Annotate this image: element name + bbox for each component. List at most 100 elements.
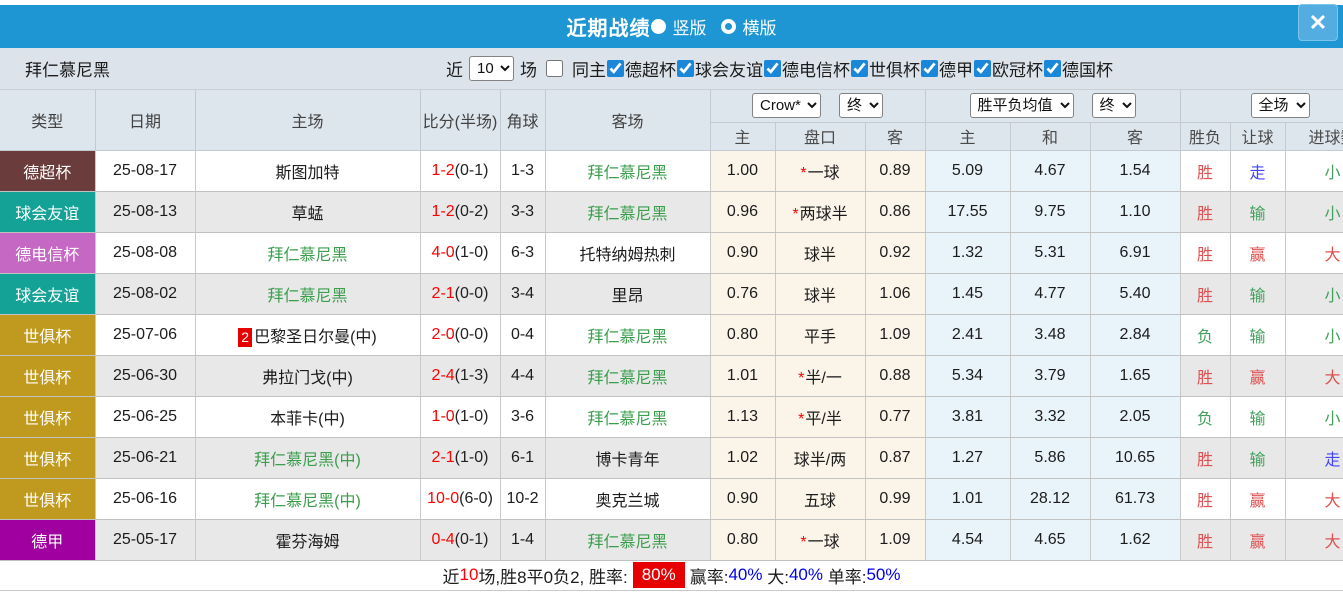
mean-select-group: 胜平负均值 终: [925, 90, 1181, 123]
score-cell: 1-0(1-0): [420, 396, 501, 438]
result-handicap-cell: 输: [1230, 314, 1286, 356]
mean-home-cell: 4.54: [925, 519, 1011, 561]
away-team-cell: 拜仁慕尼黑: [545, 314, 711, 356]
odds-provider-select[interactable]: Crow*: [752, 93, 821, 119]
handicap-star: *: [798, 410, 805, 428]
result-goals-cell: 大: [1285, 478, 1343, 520]
away-team-cell: 拜仁慕尼黑: [545, 355, 711, 397]
away-team-cell: 博卡青年: [545, 437, 711, 479]
result-handicap-cell: 走: [1230, 150, 1286, 192]
layout-radio-vertical[interactable]: 竖版: [650, 14, 707, 39]
result-handicap-cell: 赢: [1230, 519, 1286, 561]
header-home: 主场: [195, 90, 421, 151]
mean-select[interactable]: 胜平负均值: [969, 93, 1074, 119]
result-wdl-cell: 负: [1180, 314, 1231, 356]
mean-home-cell: 1.45: [925, 273, 1011, 315]
odds-home-cell: 1.01: [710, 355, 776, 397]
result-goals-cell: 走: [1285, 437, 1343, 479]
match-date-cell: 25-07-06: [95, 314, 196, 356]
home-team-cell: 霍芬海姆: [195, 519, 421, 561]
league-filter-6[interactable]: 德国杯: [1043, 56, 1113, 81]
mean-draw-cell: 5.31: [1010, 232, 1091, 274]
odds-away-cell: 1.09: [865, 314, 926, 356]
league-checkbox[interactable]: [1044, 60, 1061, 77]
match-table: 类型 日期 主场 比分(半场) 角球 客场 Crow* 终 胜平负均值 终 全场…: [0, 90, 1343, 561]
mean-draw-cell: 4.77: [1010, 273, 1091, 315]
league-checkbox[interactable]: [921, 60, 938, 77]
mean-home-cell: 1.32: [925, 232, 1011, 274]
radio-unselected-icon: [720, 19, 736, 34]
league-checkbox[interactable]: [677, 60, 694, 77]
odds-state-select[interactable]: 终: [839, 93, 883, 119]
league-filter-4[interactable]: 德甲: [920, 56, 973, 81]
league-checkbox[interactable]: [607, 60, 624, 77]
league-filter-5[interactable]: 欧冠杯: [973, 56, 1043, 81]
subcol-result-wdl: 胜负: [1180, 122, 1231, 151]
horizontal-label: 横版: [742, 19, 777, 38]
league-checkbox[interactable]: [851, 60, 868, 77]
odds-home-cell: 1.00: [710, 150, 776, 192]
result-wdl-cell: 胜: [1180, 478, 1231, 520]
league-checkbox[interactable]: [764, 60, 781, 77]
recent-count-select[interactable]: 10: [469, 56, 514, 81]
mean-away-cell: 1.10: [1090, 191, 1181, 233]
mean-draw-cell: 5.86: [1010, 437, 1091, 479]
score-cell: 4-0(1-0): [420, 232, 501, 274]
odds-home-cell: 0.80: [710, 519, 776, 561]
mean-draw-cell: 9.75: [1010, 191, 1091, 233]
odds-home-cell: 0.80: [710, 314, 776, 356]
match-date-cell: 25-08-13: [95, 191, 196, 233]
match-date-cell: 25-08-17: [95, 150, 196, 192]
score-cell: 2-1(1-0): [420, 437, 501, 479]
match-row: 德超杯 25-08-17 斯图加特 1-2(0-1) 1-3 拜仁慕尼黑 1.00 *一球 0.…: [0, 150, 1343, 192]
mean-away-cell: 10.65: [1090, 437, 1181, 479]
match-type-cell: 世俱杯: [0, 478, 96, 520]
same-home-checkbox[interactable]: [546, 60, 563, 77]
league-filter-1[interactable]: 球会友谊: [676, 56, 763, 81]
mean-home-cell: 17.55: [925, 191, 1011, 233]
result-handicap-cell: 输: [1230, 191, 1286, 233]
result-wdl-cell: 胜: [1180, 355, 1231, 397]
league-filters: 德超杯 球会友谊 德电信杯 世俱杯 德甲 欧冠杯 德国杯: [606, 56, 1113, 81]
match-date-cell: 25-06-25: [95, 396, 196, 438]
match-date-cell: 25-08-02: [95, 273, 196, 315]
result-wdl-cell: 胜: [1180, 437, 1231, 479]
handicap-cell: *一球: [775, 519, 866, 561]
match-date-cell: 25-06-16: [95, 478, 196, 520]
league-filter-0[interactable]: 德超杯: [606, 56, 676, 81]
result-wdl-cell: 胜: [1180, 519, 1231, 561]
odds-away-cell: 0.87: [865, 437, 926, 479]
mean-draw-cell: 3.32: [1010, 396, 1091, 438]
league-label: 球会友谊: [695, 61, 763, 80]
result-handicap-cell: 赢: [1230, 355, 1286, 397]
handicap-cell: *一球: [775, 150, 866, 192]
close-button[interactable]: ✕: [1298, 4, 1338, 41]
result-goals-cell: 小: [1285, 396, 1343, 438]
titlebar: 近期战绩 竖版 横版 ✕: [0, 4, 1343, 48]
match-type-cell: 世俱杯: [0, 437, 96, 479]
result-goals-cell: 小: [1285, 191, 1343, 233]
league-filter-3[interactable]: 世俱杯: [850, 56, 920, 81]
league-filter-2[interactable]: 德电信杯: [763, 56, 850, 81]
mean-home-cell: 3.81: [925, 396, 1011, 438]
away-team-cell: 拜仁慕尼黑: [545, 150, 711, 192]
match-row: 德电信杯 25-08-08 拜仁慕尼黑 4-0(1-0) 6-3 托特纳姆热刺 0.90 球半…: [0, 232, 1343, 274]
result-goals-cell: 小: [1285, 150, 1343, 192]
corner-cell: 6-1: [500, 437, 546, 479]
odds-select-group: Crow* 终: [710, 90, 926, 123]
home-team-cell: 本菲卡(中): [195, 396, 421, 438]
mean-away-cell: 2.84: [1090, 314, 1181, 356]
league-checkbox[interactable]: [974, 60, 991, 77]
summary-segment: 10: [459, 565, 479, 584]
odds-away-cell: 0.99: [865, 478, 926, 520]
filterbar: 拜仁慕尼黑 近 10 场 同主 德超杯 球会友谊 德电信杯 世俱杯 德甲 欧冠杯 德国杯: [0, 48, 1343, 90]
period-select[interactable]: 全场: [1250, 93, 1310, 119]
header-away: 客场: [545, 90, 711, 151]
corner-cell: 3-3: [500, 191, 546, 233]
mean-state-select[interactable]: 终: [1091, 93, 1136, 119]
match-type-cell: 德甲: [0, 519, 96, 561]
mean-home-cell: 5.34: [925, 355, 1011, 397]
handicap-star: *: [800, 533, 807, 551]
match-row: 世俱杯 25-07-06 2 巴黎圣日尔曼(中) 2-0(0-0) 0-4 拜仁慕尼黑 0.8…: [0, 314, 1343, 356]
layout-radio-horizontal[interactable]: 横版: [707, 14, 777, 39]
